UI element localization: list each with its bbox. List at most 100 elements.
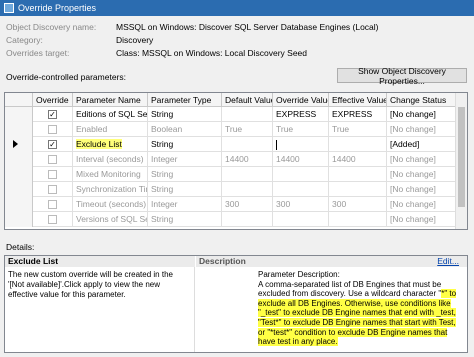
effective-cell: 14400 [329,152,387,167]
row-selector[interactable] [5,122,33,137]
type-cell: String [148,182,222,197]
description-header: Description [196,256,467,267]
name-cell: Enabled [73,122,148,137]
default-cell [222,212,273,227]
override-checkbox[interactable]: ✓ [48,140,57,149]
override-cell[interactable] [273,212,329,227]
override-cell [33,212,73,227]
table-row[interactable]: Interval (seconds) Integer 14400 14400 14400… [5,152,467,167]
override-checkbox[interactable]: ✓ [48,110,57,119]
override-cell [33,182,73,197]
description-text: Parameter Description: A comma-separated… [258,270,442,299]
edit-link[interactable]: Edit... [437,256,459,267]
column-header-parameter-type[interactable]: Parameter Type [148,93,222,107]
name-cell: Exclude List [73,137,148,152]
window-title: Override Properties [18,3,97,13]
info-value: MSSQL on Windows: Discover SQL Server Da… [116,22,379,32]
override-cell[interactable]: True [273,122,329,137]
status-cell: [No change] [387,152,457,167]
table-row[interactable]: ✓ Exclude List String [Added] [5,137,467,152]
type-cell: Integer [148,152,222,167]
status-cell: [No change] [387,182,457,197]
override-cell[interactable]: EXPRESS [273,107,329,122]
override-checkbox[interactable] [48,125,57,134]
override-checkbox[interactable] [48,215,57,224]
highlighted-parameter-name: Exclude List [76,139,122,149]
info-label: Overrides target: [6,48,70,58]
row-selector[interactable] [5,167,33,182]
default-cell [222,167,273,182]
show-object-discovery-properties-button[interactable]: Show Object Discovery Properties... [337,66,467,86]
override-cell[interactable] [273,182,329,197]
type-cell: String [148,107,222,122]
default-cell: 300 [222,197,273,212]
default-cell [222,182,273,197]
effective-cell: 300 [329,197,387,212]
column-header-effective-value[interactable]: Effective Value [329,93,387,107]
override-checkbox[interactable] [48,185,57,194]
override-cell[interactable] [273,137,329,152]
row-selector[interactable] [5,107,33,122]
column-header-override[interactable]: Override [33,93,73,107]
override-cell [33,122,73,137]
table-row[interactable]: Mixed Monitoring String [No change] [5,167,467,182]
parameter-description: Parameter Description: A comma-separated… [258,270,463,347]
effective-cell [329,182,387,197]
override-cell[interactable]: 14400 [273,152,329,167]
scrollbar-thumb[interactable] [458,107,465,207]
row-selector-header [5,93,33,107]
column-header-parameter-name[interactable]: Parameter Name [73,93,148,107]
vertical-scrollbar[interactable] [455,93,467,229]
column-header-default-value[interactable]: Default Value [222,93,273,107]
status-cell: [No change] [387,212,457,227]
override-cell[interactable]: 300 [273,197,329,212]
status-cell: [No change] [387,197,457,212]
override-cell [33,152,73,167]
params-label: Override-controlled parameters: [6,72,126,82]
row-selector[interactable] [5,137,33,152]
default-cell [222,137,273,152]
info-row-target: Overrides target: Class: MSSQL on Window… [4,47,470,60]
effective-cell: EXPRESS [329,107,387,122]
info-row-category: Category: Discovery [4,34,470,47]
default-cell [222,107,273,122]
override-checkbox[interactable] [48,155,57,164]
table-row[interactable]: Timeout (seconds) Integer 300 300 300 [No cha… [5,197,467,212]
name-cell: Mixed Monitoring [73,167,148,182]
current-row-arrow-icon [13,140,18,148]
row-selector[interactable] [5,197,33,212]
details-title: Exclude List [5,256,195,267]
override-cell [33,167,73,182]
status-cell: [No change] [387,122,457,137]
table-row[interactable]: ✓ Editions of SQL Ser...String EXPRESSEXPR… [5,107,467,122]
effective-cell [329,212,387,227]
row-selector[interactable] [5,212,33,227]
info-section: Object Discovery name: MSSQL on Windows:… [4,21,470,60]
title-bar: Override Properties [0,0,474,16]
override-cell[interactable] [273,167,329,182]
text-caret [276,139,277,150]
name-cell: Synchronization Time [73,182,148,197]
column-header-change-status[interactable]: Change Status [387,93,457,107]
override-checkbox[interactable] [48,170,57,179]
override-cell: ✓ [33,137,73,152]
row-selector[interactable] [5,182,33,197]
column-header-override-value[interactable]: Override Value [273,93,329,107]
parameters-grid: Override Parameter Name Parameter Type D… [4,92,468,230]
info-value: Discovery [116,35,154,45]
table-row[interactable]: Synchronization TimeString [No change] [5,182,467,197]
type-cell: String [148,212,222,227]
effective-cell: True [329,122,387,137]
override-checkbox[interactable] [48,200,57,209]
details-panel: Exclude List Description Edit... The new… [4,255,468,353]
row-selector[interactable] [5,152,33,167]
table-row[interactable]: Versions of SQL Ser...String [No change] [5,212,467,227]
table-row[interactable]: Enabled Boolean True True True [No change] [5,122,467,137]
status-cell: [No change] [387,167,457,182]
override-cell: ✓ [33,107,73,122]
type-cell: String [148,167,222,182]
effective-cell [329,137,387,152]
default-cell: 14400 [222,152,273,167]
info-row-name: Object Discovery name: MSSQL on Windows:… [4,21,470,34]
name-cell: Interval (seconds) [73,152,148,167]
